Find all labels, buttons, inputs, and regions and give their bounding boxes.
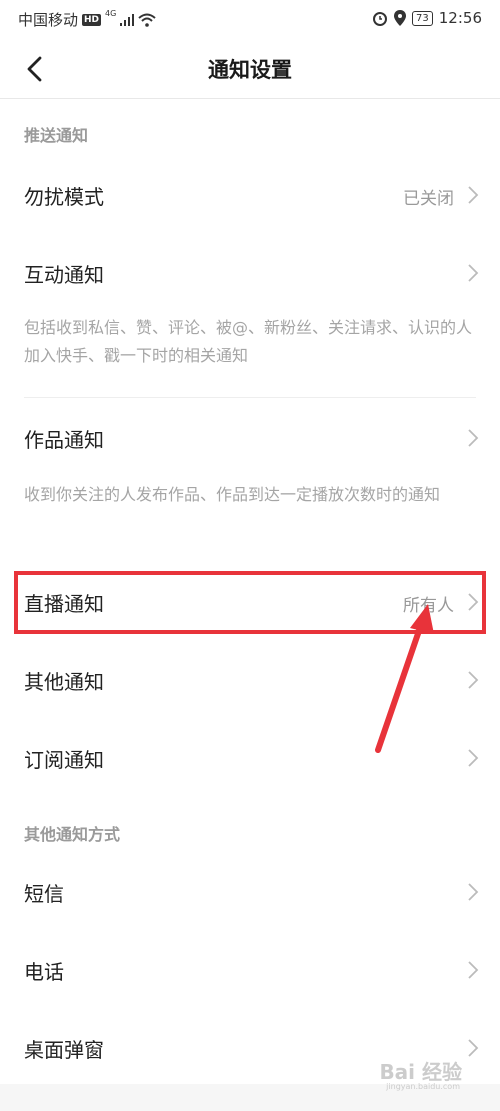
- watermark-text: Bai 经验: [379, 1060, 462, 1084]
- annotation-arrow-icon: [375, 604, 434, 753]
- watermark-url: jingyan.baidu.com: [386, 1082, 460, 1091]
